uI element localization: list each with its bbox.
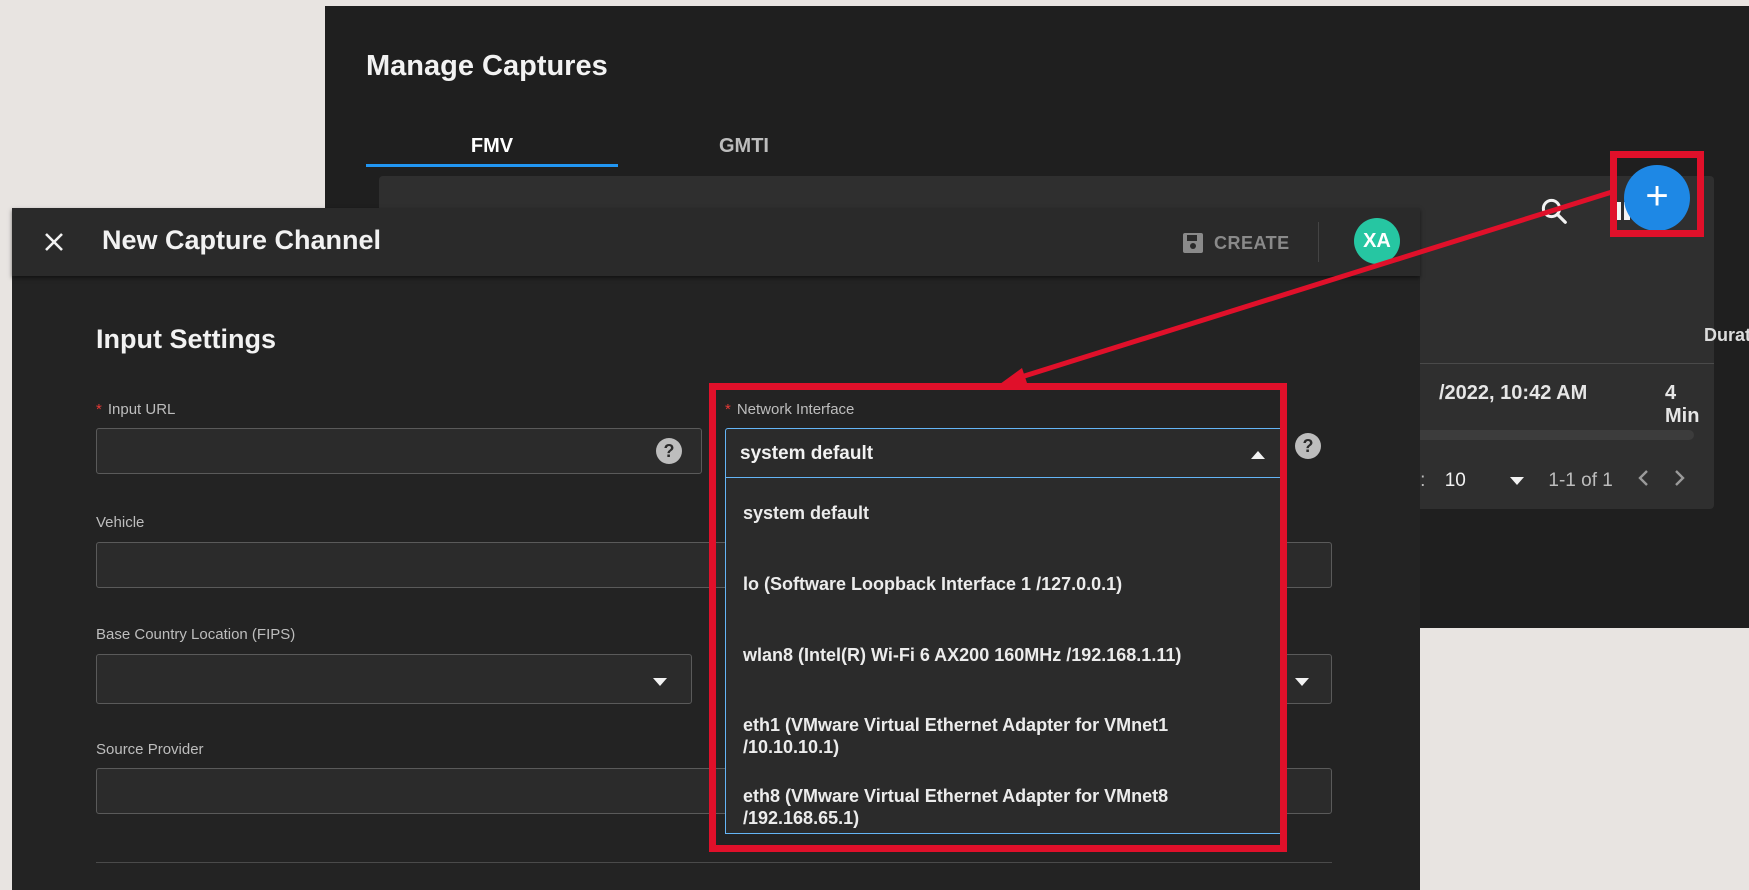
input-url-label-text: Input URL xyxy=(107,401,176,418)
section-title: Input Settings xyxy=(96,324,276,354)
help-icon[interactable]: ? xyxy=(655,437,683,470)
chevron-right-icon[interactable] xyxy=(1673,468,1687,494)
input-url-label: * Input URL xyxy=(96,401,175,418)
caret-down-icon[interactable] xyxy=(1509,470,1525,492)
svg-text:?: ? xyxy=(1303,436,1314,456)
highlight-box-add-button xyxy=(1610,151,1704,237)
help-icon[interactable]: ? xyxy=(1294,432,1322,465)
save-icon xyxy=(1183,233,1203,253)
page-title: Manage Captures xyxy=(366,50,608,82)
base-country-select[interactable] xyxy=(96,654,692,704)
close-icon[interactable] xyxy=(42,230,66,259)
header-divider xyxy=(1318,222,1319,262)
caret-down-icon[interactable] xyxy=(652,674,668,692)
avatar[interactable]: XA xyxy=(1354,218,1400,264)
source-provider-label: Source Provider xyxy=(96,741,204,758)
column-header-duration[interactable]: Duratio xyxy=(1704,325,1749,346)
chevron-left-icon[interactable] xyxy=(1636,468,1650,494)
page-range: 1-1 of 1 xyxy=(1548,470,1613,492)
base-country-label: Base Country Location (FIPS) xyxy=(96,626,296,643)
pagination: ge: 10 1-1 of 1 xyxy=(1399,468,1687,494)
form-divider xyxy=(96,862,1332,863)
input-url-field[interactable] xyxy=(96,428,702,474)
required-marker: * xyxy=(96,401,102,418)
search-icon[interactable] xyxy=(1539,196,1569,231)
table-cell-duration: 4 Min xyxy=(1665,382,1700,427)
dialog-header: New Capture Channel CREATE XA xyxy=(12,208,1420,276)
vehicle-label: Vehicle xyxy=(96,514,145,531)
tab-fmv[interactable]: FMV xyxy=(366,128,618,167)
dialog-title: New Capture Channel xyxy=(102,225,382,255)
highlight-box-network-interface xyxy=(709,383,1287,852)
create-button[interactable]: CREATE xyxy=(1182,228,1290,258)
table-cell-date: /2022, 10:42 AM xyxy=(1439,382,1588,404)
tab-gmti[interactable]: GMTI xyxy=(618,128,870,164)
rows-per-page-select[interactable]: 10 xyxy=(1445,470,1466,491)
svg-text:?: ? xyxy=(664,441,675,461)
create-label: CREATE xyxy=(1214,232,1290,253)
caret-down-icon[interactable] xyxy=(1294,674,1310,692)
